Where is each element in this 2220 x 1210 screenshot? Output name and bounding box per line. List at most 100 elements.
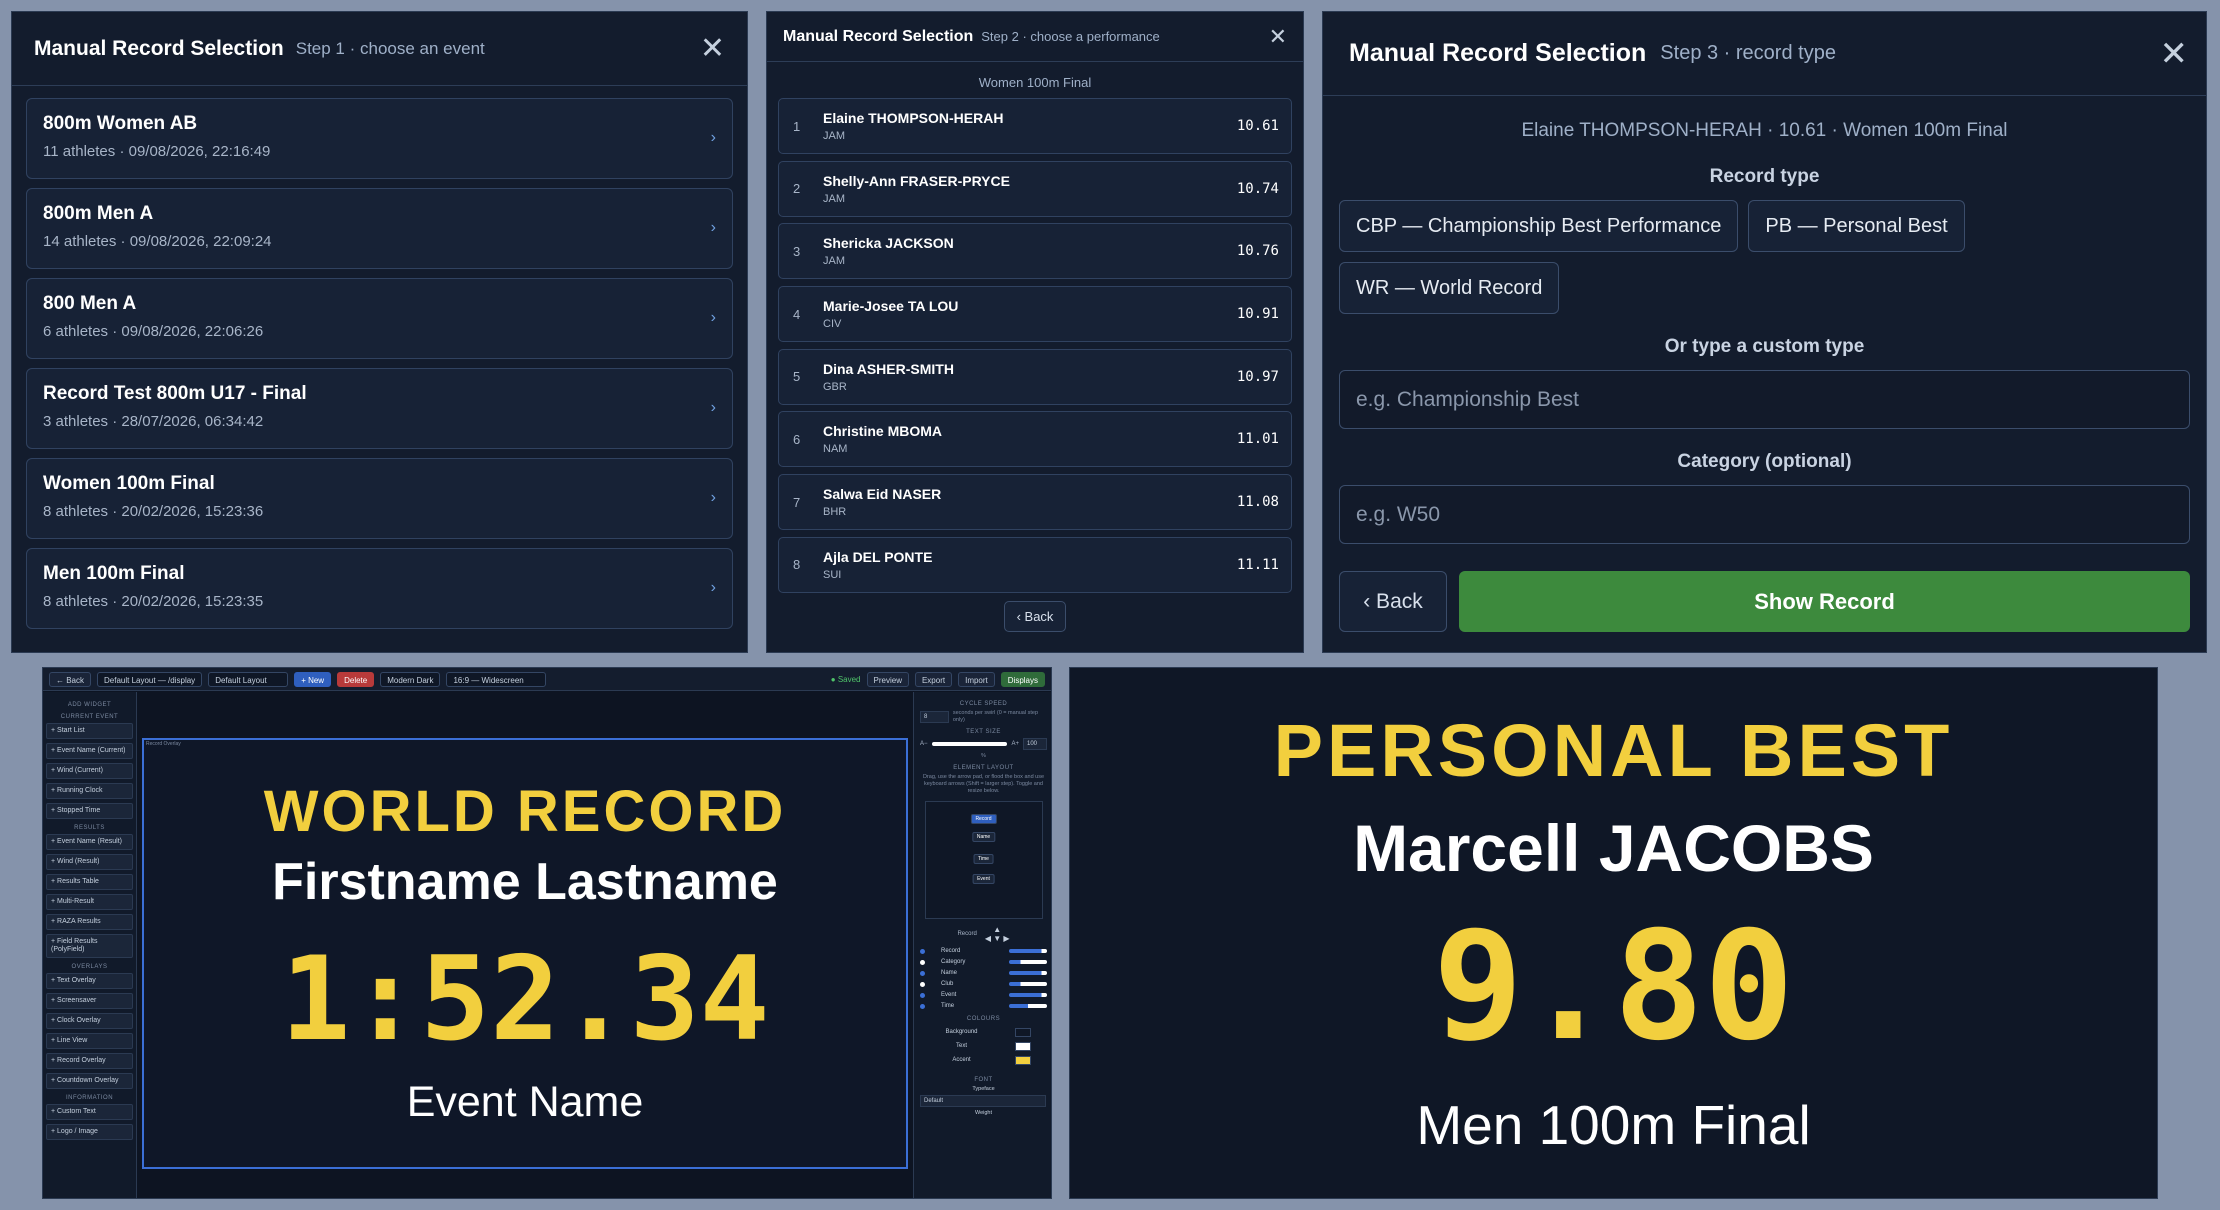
record-label[interactable]: WORLD RECORD bbox=[144, 778, 906, 845]
add-widget-item[interactable]: + Clock Overlay bbox=[46, 1013, 133, 1029]
visibility-toggle[interactable] bbox=[920, 1003, 925, 1009]
event-item[interactable]: Record Test 800m U17 - Final 3 athletes ·… bbox=[26, 368, 733, 449]
add-widget-item[interactable]: + Event Name (Current) bbox=[46, 743, 133, 759]
back-button[interactable]: ← Back bbox=[49, 671, 92, 687]
element-layout-box[interactable]: Record Name Time Event bbox=[924, 801, 1043, 919]
widget-tag: Record Overlay bbox=[146, 741, 181, 747]
text-size-unit: % bbox=[981, 753, 986, 759]
close-icon[interactable]: ✕ bbox=[700, 31, 725, 66]
add-widget-item[interactable]: + Results Table bbox=[46, 874, 133, 890]
close-icon[interactable]: ✕ bbox=[1269, 24, 1287, 50]
performance-item[interactable]: 5 Dina ASHER-SMITH GBR 10.97 bbox=[778, 348, 1292, 405]
new-layout-button[interactable]: + New bbox=[294, 671, 332, 687]
cycle-speed-input[interactable]: 8 bbox=[920, 711, 949, 723]
layout-select[interactable]: Default Layout — /display bbox=[97, 671, 203, 687]
layout-element[interactable]: Record bbox=[970, 814, 997, 824]
size-slider[interactable] bbox=[1009, 982, 1047, 986]
event-name[interactable]: Event Name bbox=[144, 1078, 906, 1127]
layout-element[interactable]: Time bbox=[973, 854, 994, 864]
arrow-pad[interactable]: ▲ ◀ ▼ ▶ bbox=[985, 925, 1010, 943]
colour-row: Text bbox=[920, 1039, 1047, 1053]
displays-button[interactable]: Displays bbox=[1000, 671, 1045, 687]
add-widget-item[interactable]: + Custom Text bbox=[46, 1104, 133, 1120]
event-item[interactable]: Women 100m Final 8 athletes · 20/02/2026,… bbox=[26, 458, 733, 539]
typeface-select[interactable]: Default bbox=[920, 1095, 1046, 1107]
editor-canvas[interactable]: Record Overlay WORLD RECORD Firstname La… bbox=[142, 738, 908, 1169]
add-widget-item[interactable]: + Wind (Current) bbox=[46, 763, 133, 779]
import-button[interactable]: Import bbox=[958, 671, 995, 687]
performance-item[interactable]: 2 Shelly-Ann FRASER-PRYCE JAM 10.74 bbox=[778, 160, 1292, 217]
visibility-toggle[interactable] bbox=[920, 959, 925, 965]
export-button[interactable]: Export bbox=[914, 671, 953, 687]
performance-item[interactable]: 6 Christine MBOMA NAM 11.01 bbox=[778, 411, 1292, 468]
size-slider[interactable] bbox=[1009, 960, 1047, 964]
add-widget-item[interactable]: + Screensaver bbox=[46, 993, 133, 1009]
layout-name-input[interactable]: Default Layout bbox=[208, 671, 289, 687]
performance-item[interactable]: 4 Marie-Josee TA LOU CIV 10.91 bbox=[778, 286, 1292, 343]
event-item[interactable]: Men 100m Final 8 athletes · 20/02/2026, 1… bbox=[26, 548, 733, 629]
show-record-button[interactable]: Show Record bbox=[1459, 571, 2190, 632]
theme-select[interactable]: Modern Dark bbox=[380, 671, 441, 687]
size-slider[interactable] bbox=[1009, 971, 1047, 975]
size-slider[interactable] bbox=[1009, 949, 1047, 953]
performance-item[interactable]: 7 Salwa Eid NASER BHR 11.08 bbox=[778, 474, 1292, 531]
step3-header: Manual Record Selection Step 3 · record … bbox=[1323, 12, 2206, 96]
performance-item[interactable]: 1 Elaine THOMPSON-HERAH JAM 10.61 bbox=[778, 98, 1292, 154]
arrow-right-icon[interactable]: ▶ bbox=[1003, 934, 1009, 943]
arrow-down-icon[interactable]: ▼ bbox=[993, 934, 1001, 943]
size-slider[interactable] bbox=[1009, 993, 1047, 997]
visibility-toggle[interactable] bbox=[920, 981, 925, 987]
size-slider[interactable] bbox=[1009, 1004, 1047, 1008]
add-widget-item[interactable]: + Running Clock bbox=[46, 783, 133, 799]
record-time[interactable]: 1:52.34 bbox=[144, 932, 906, 1067]
add-widget-item[interactable]: + Countdown Overlay bbox=[46, 1073, 133, 1089]
add-widget-item[interactable]: + Multi-Result bbox=[46, 894, 133, 910]
colour-swatch[interactable] bbox=[1014, 1041, 1031, 1051]
add-widget-item[interactable]: + Field Results (PolyField) bbox=[46, 934, 133, 958]
back-button[interactable]: ‹ Back bbox=[1004, 600, 1066, 632]
event-item[interactable]: 800m Women AB 11 athletes · 09/08/2026, 2… bbox=[26, 98, 733, 179]
add-widget-item[interactable]: + Event Name (Result) bbox=[46, 834, 133, 850]
aspect-ratio-select[interactable]: 16:9 — Widescreen bbox=[446, 671, 547, 687]
custom-type-input[interactable]: e.g. Championship Best bbox=[1339, 370, 2190, 429]
back-button[interactable]: ‹ Back bbox=[1339, 571, 1447, 632]
visibility-toggle[interactable] bbox=[920, 970, 925, 976]
athlete-name[interactable]: Firstname Lastname bbox=[144, 852, 906, 912]
visibility-toggle[interactable] bbox=[920, 948, 925, 954]
text-larger-button[interactable]: A+ bbox=[1011, 741, 1019, 747]
add-widget-item[interactable]: + Stopped Time bbox=[46, 803, 133, 819]
layout-element[interactable]: Name bbox=[971, 832, 996, 842]
text-smaller-button[interactable]: A− bbox=[920, 741, 928, 747]
text-size-input[interactable]: 100 bbox=[1023, 738, 1047, 750]
record-type-option[interactable]: CBP — Championship Best Performance bbox=[1339, 200, 1739, 252]
record-type-option[interactable]: PB — Personal Best bbox=[1748, 200, 1965, 252]
performance-item[interactable]: 3 Shericka JACKSON JAM 10.76 bbox=[778, 223, 1292, 280]
delete-layout-button[interactable]: Delete bbox=[337, 671, 375, 687]
step-label: Step 2 · choose a performance bbox=[981, 29, 1160, 44]
preview-button[interactable]: Preview bbox=[866, 671, 909, 687]
close-icon[interactable]: ✕ bbox=[2160, 34, 2189, 74]
colour-swatch[interactable] bbox=[1014, 1055, 1031, 1065]
add-widget-item[interactable]: + Start List bbox=[46, 723, 133, 739]
visibility-toggle[interactable] bbox=[920, 992, 925, 998]
performance-rank: 7 bbox=[793, 494, 801, 510]
category-input[interactable]: e.g. W50 bbox=[1339, 485, 2190, 544]
add-widget-item[interactable]: + Text Overlay bbox=[46, 973, 133, 989]
arrow-up-icon[interactable]: ▲ bbox=[993, 925, 1001, 934]
event-item[interactable]: 800m Men A 14 athletes · 09/08/2026, 22:0… bbox=[26, 188, 733, 269]
add-widget-item[interactable]: + Record Overlay bbox=[46, 1053, 133, 1069]
performance-item[interactable]: 8 Ajla DEL PONTE SUI 11.11 bbox=[778, 536, 1292, 593]
arrow-left-icon[interactable]: ◀ bbox=[985, 934, 991, 943]
athlete-name: Dina ASHER-SMITH bbox=[823, 360, 954, 377]
layout-element[interactable]: Event bbox=[972, 874, 995, 884]
event-item[interactable]: 800 Men A 6 athletes · 09/08/2026, 22:06:… bbox=[26, 278, 733, 359]
record-type-option[interactable]: WR — World Record bbox=[1339, 262, 1560, 314]
add-widget-item[interactable]: + Logo / Image bbox=[46, 1124, 133, 1140]
add-widget-item[interactable]: + Line View bbox=[46, 1033, 133, 1049]
step-label: Step 1 · choose an event bbox=[295, 38, 485, 58]
athlete-nation: CIV bbox=[823, 318, 842, 331]
colour-swatch[interactable] bbox=[1014, 1027, 1031, 1037]
add-widget-item[interactable]: + Wind (Result) bbox=[46, 854, 133, 870]
text-size-slider[interactable] bbox=[931, 742, 1008, 746]
add-widget-item[interactable]: + RAZA Results bbox=[46, 914, 133, 930]
